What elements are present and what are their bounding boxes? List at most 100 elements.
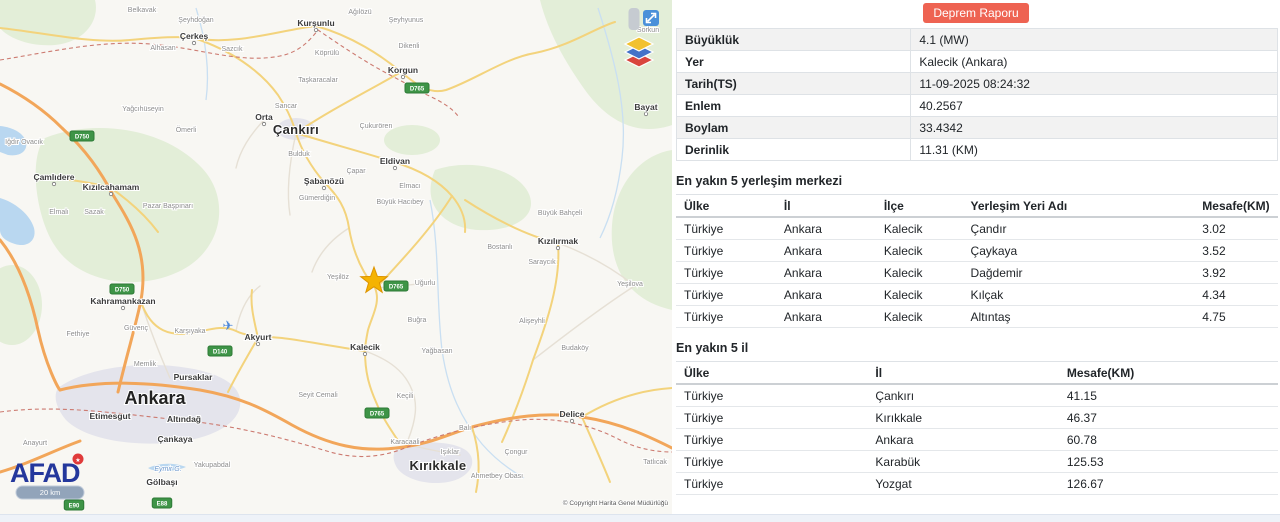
map-label: Dikenli <box>398 43 419 50</box>
map-label: Ankara <box>124 388 186 408</box>
table-cell: 41.15 <box>1059 384 1278 407</box>
table-row: TürkiyeAnkaraKalecikÇandır3.02 <box>676 217 1278 240</box>
town-marker <box>121 306 124 309</box>
detail-row: YerKalecik (Ankara) <box>677 51 1278 73</box>
table-cell: Kalecik <box>876 284 963 306</box>
detail-label: Büyüklük <box>677 29 911 51</box>
map-label: Fethiye <box>67 331 90 338</box>
map-label: Gölbaşı <box>146 477 177 487</box>
map-svg: ✈ AnkaraÇankırıKırıkkaleÇerkeşKurşunluKo… <box>0 0 672 514</box>
map-label: Etimesgut <box>89 411 130 421</box>
town-marker <box>256 342 259 345</box>
map-label: Iğdır Ovacık <box>5 139 43 146</box>
table-cell: Türkiye <box>676 473 867 495</box>
town-marker <box>314 28 317 31</box>
detail-value: 11.31 (KM) <box>911 139 1278 161</box>
map-label: Kalecik <box>350 342 380 352</box>
map-label: Kırıkkale <box>410 458 467 473</box>
map-label: Şabanözü <box>304 176 344 186</box>
column-header: Ülke <box>676 362 867 385</box>
table-row: TürkiyeAnkara60.78 <box>676 429 1278 451</box>
table-cell: 3.52 <box>1194 240 1278 262</box>
road-badge-label: D140 <box>213 350 228 356</box>
table-cell: Ankara <box>776 284 876 306</box>
town-marker <box>556 246 559 249</box>
table-cell: Türkiye <box>676 217 776 240</box>
town-marker <box>393 166 396 169</box>
table-cell: 3.02 <box>1194 217 1278 240</box>
table-cell: Kalecik <box>876 262 963 284</box>
map-label: Elmalı <box>49 209 69 216</box>
map-label: Orta <box>255 112 273 122</box>
map-label: Büyük Hacıbey <box>376 199 424 206</box>
map-label: Çukurören <box>360 123 393 130</box>
column-header: Ülke <box>676 195 776 218</box>
table-row: TürkiyeYozgat126.67 <box>676 473 1278 495</box>
detail-row: Boylam33.4342 <box>677 117 1278 139</box>
table-cell: Türkiye <box>676 407 867 429</box>
map-label: Sancar <box>275 103 298 110</box>
table-cell: Kırıkkale <box>867 407 1058 429</box>
table-cell: Türkiye <box>676 284 776 306</box>
road-badge-label: D765 <box>389 285 404 291</box>
deprem-raporu-button[interactable]: Deprem Raporu <box>923 3 1028 23</box>
map-label: Yağcıhüseyin <box>122 106 164 113</box>
road-badge-label: D750 <box>115 288 130 294</box>
table-cell: Türkiye <box>676 451 867 473</box>
map-label: Kurşunlu <box>297 18 334 28</box>
map-label: Buğra <box>408 317 427 324</box>
detail-row: Büyüklük4.1 (MW) <box>677 29 1278 51</box>
detail-label: Tarih(TS) <box>677 73 911 95</box>
table-row: TürkiyeKırıkkale46.37 <box>676 407 1278 429</box>
town-marker <box>363 352 366 355</box>
table-row: TürkiyeAnkaraKalecikÇaykaya3.52 <box>676 240 1278 262</box>
table-cell: Türkiye <box>676 384 867 407</box>
column-header: Mesafe(KM) <box>1059 362 1278 385</box>
fullscreen-button[interactable] <box>643 10 659 26</box>
table-cell: Altıntaş <box>963 306 1195 328</box>
map-label: Şeyhyunus <box>389 17 424 24</box>
map-label: Eldivan <box>380 156 410 166</box>
table-cell: 60.78 <box>1059 429 1278 451</box>
table-row: TürkiyeAnkaraKalecikDağdemir3.92 <box>676 262 1278 284</box>
town-marker <box>109 192 112 195</box>
nearest-provinces-table: ÜlkeİlMesafe(KM) TürkiyeÇankırı41.15Türk… <box>676 361 1278 495</box>
map-label: Taşkaracalar <box>298 77 338 84</box>
table-cell: Karabük <box>867 451 1058 473</box>
map-label: Çankaya <box>158 434 193 444</box>
table-cell: Çankırı <box>867 384 1058 407</box>
map-label: Işıklar <box>441 449 460 456</box>
table-row: TürkiyeAnkaraKalecikKılçak4.34 <box>676 284 1278 306</box>
map-label: Çankırı <box>273 122 319 137</box>
airport-icon: ✈ <box>223 318 234 333</box>
map-label: Balı <box>459 425 471 432</box>
map-label: Ömerli <box>176 126 197 134</box>
map-copyright: © Copyright Harita Genel Müdürlüğü <box>563 499 669 507</box>
table-cell: 46.37 <box>1059 407 1278 429</box>
detail-value: 4.1 (MW) <box>911 29 1278 51</box>
table-cell: Kalecik <box>876 306 963 328</box>
table-cell: Ankara <box>776 217 876 240</box>
map[interactable]: ✈ AnkaraÇankırıKırıkkaleÇerkeşKurşunluKo… <box>0 0 672 514</box>
map-label: Gümerdiğin <box>299 195 335 202</box>
map-label: Güvenç <box>124 325 149 332</box>
detail-row: Enlem40.2567 <box>677 95 1278 117</box>
map-label: Bulduk <box>288 151 310 158</box>
map-label: Seyit Cemali <box>298 392 338 399</box>
map-label: Kahramankazan <box>90 296 155 306</box>
map-label: Kızılcahamam <box>83 182 140 192</box>
map-label: Sazcık <box>221 46 243 53</box>
map-scalebar: 20 km <box>16 486 84 499</box>
map-label: Karşıyaka <box>174 328 205 335</box>
table-cell: 3.92 <box>1194 262 1278 284</box>
table-cell: Çaykaya <box>963 240 1195 262</box>
map-label: Ahmetbey Obası <box>471 473 523 480</box>
layers-button[interactable] <box>625 37 653 67</box>
map-label: Çongur <box>505 449 529 456</box>
zoom-control-button[interactable] <box>629 8 640 30</box>
map-label: Çerkeş <box>180 31 209 41</box>
road-badge-label: D750 <box>75 135 90 141</box>
detail-value: 11-09-2025 08:24:32 <box>911 73 1278 95</box>
table-cell: Yozgat <box>867 473 1058 495</box>
table-row: TürkiyeAnkaraKalecikAltıntaş4.75 <box>676 306 1278 328</box>
